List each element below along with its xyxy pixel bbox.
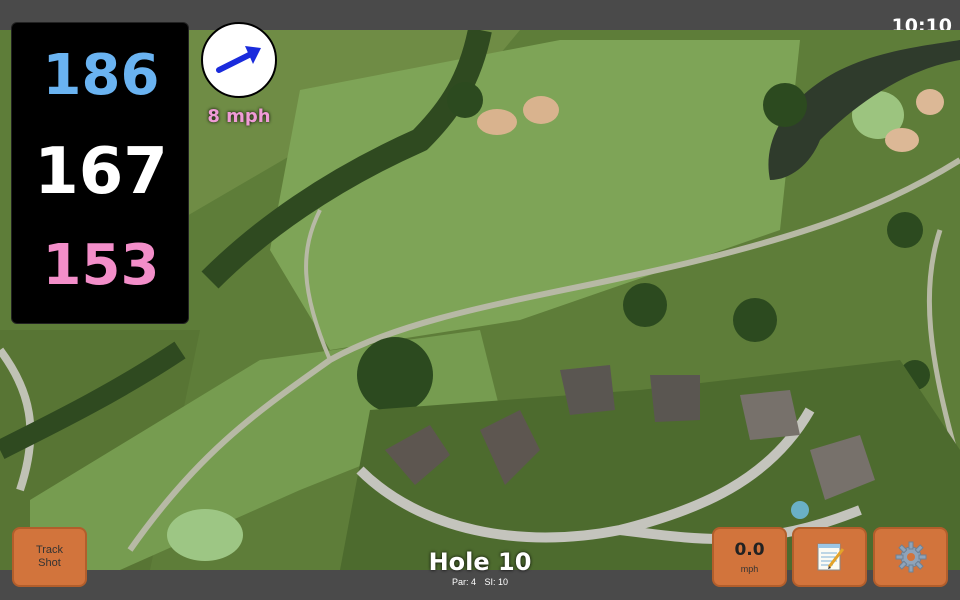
wind-speed-label: 8 mph <box>207 106 271 127</box>
hole-stroke-index: SI: 10 <box>484 577 509 587</box>
center-distance: 167 <box>34 135 168 209</box>
hole-par: Par: 4 <box>451 577 476 587</box>
notes-button[interactable] <box>792 527 867 587</box>
front-distance: 153 <box>42 233 160 298</box>
speed-value: 0.0 <box>734 540 765 560</box>
speed-button[interactable]: 0.0 mph <box>712 527 787 587</box>
track-shot-button[interactable]: Track Shot <box>12 527 87 587</box>
speed-unit: mph <box>740 564 759 574</box>
back-distance: 186 <box>42 43 160 108</box>
track-shot-label-line2: Shot <box>38 557 61 569</box>
gear-icon <box>895 541 926 573</box>
track-shot-label-line1: Track <box>35 544 64 556</box>
distance-panel[interactable]: 186 167 153 <box>11 22 189 324</box>
wind-indicator <box>201 22 277 98</box>
notepad-icon <box>817 543 844 571</box>
hole-info: Par: 4 SI: 10 <box>400 577 560 587</box>
hole-title: Hole 10 <box>428 548 532 576</box>
settings-button[interactable] <box>873 527 948 587</box>
wind-arrow-icon <box>216 46 261 73</box>
